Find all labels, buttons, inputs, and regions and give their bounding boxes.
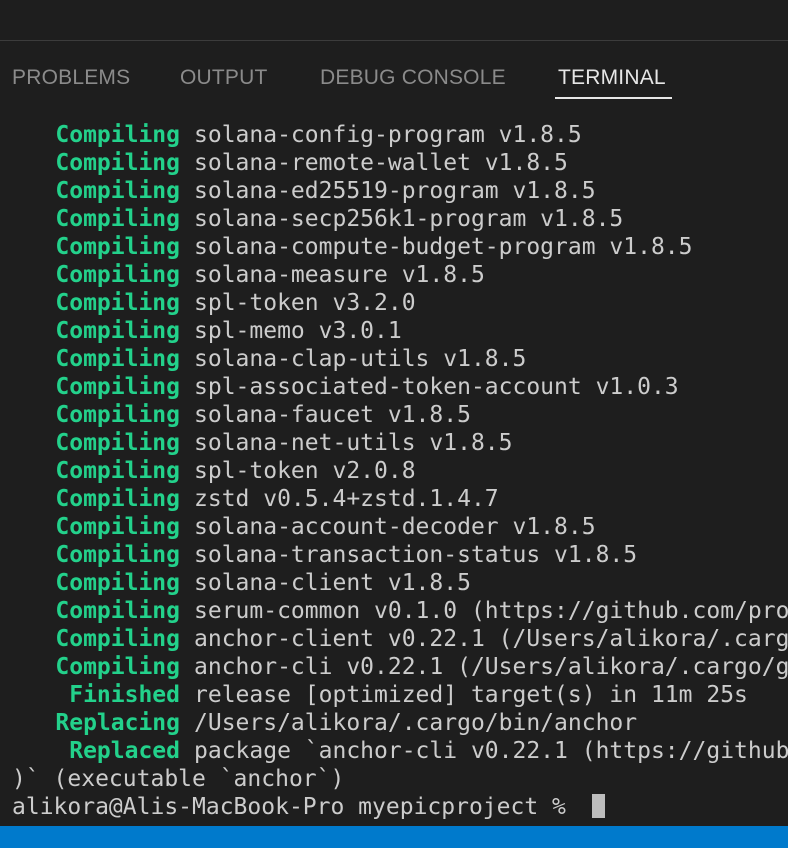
terminal-line-status: Compiling (55, 486, 180, 512)
status-bar (0, 826, 788, 848)
terminal-line-text: solana-account-decoder v1.8.5 (194, 514, 596, 540)
terminal-line-text: solana-net-utils v1.8.5 (194, 430, 513, 456)
terminal-line-text: zstd v0.5.4+zstd.1.4.7 (194, 486, 499, 512)
terminal-line: Replaced package `anchor-cli v0.22.1 (htt… (12, 737, 788, 765)
terminal-line: Compiling solana-compute-budget-program v… (12, 233, 788, 261)
terminal-line-text: solana-measure v1.8.5 (194, 262, 485, 288)
terminal-line-text: solana-compute-budget-program v1.8.5 (194, 234, 693, 260)
terminal-line-status: Compiling (55, 402, 180, 428)
terminal-line-status: Compiling (55, 570, 180, 596)
terminal-line: Replacing/Users/alikora/.cargo/bin/ancho… (12, 709, 788, 737)
terminal-output[interactable]: Compiling solana-config-program v1.8.5 Com… (12, 121, 788, 821)
terminal-line: Compiling serum-common v0.1.0 (https://gi… (12, 597, 788, 625)
terminal-line-status: Compiling (55, 318, 180, 344)
terminal-line-text: spl-token v3.2.0 (194, 290, 416, 316)
terminal-line: Compiling anchor-cli v0.22.1 (/Users/alik… (12, 653, 788, 681)
terminal-line-text: solana-faucet v1.8.5 (194, 402, 471, 428)
terminal-line-status: Compiling (55, 346, 180, 372)
terminal-line: Compiling solana-client v1.8.5 (12, 569, 788, 597)
tab-problems[interactable]: PROBLEMS (12, 66, 130, 90)
panel-tab-bar: PROBLEMS OUTPUT DEBUG CONSOLE TERMINAL (0, 41, 788, 101)
terminal-line-status: Compiling (55, 262, 180, 288)
terminal-line-text: solana-clap-utils v1.8.5 (194, 346, 527, 372)
terminal-line-text: solana-config-program v1.8.5 (194, 122, 582, 148)
terminal-line-text: anchor-cli v0.22.1 (/Users/alikora/.carg… (194, 654, 788, 680)
terminal-line-status: Compiling (55, 374, 180, 400)
terminal-line-status: Compiling (55, 430, 180, 456)
terminal-line-status: Compiling (55, 150, 180, 176)
terminal-line-status: Replacing (55, 710, 180, 736)
terminal-line: Compiling solana-faucet v1.8.5 (12, 401, 788, 429)
terminal-line-status: Replaced (69, 738, 180, 764)
terminal-line-text: spl-associated-token-account v1.0.3 (194, 374, 679, 400)
terminal-line: Compiling solana-account-decoder v1.8.5 (12, 513, 788, 541)
terminal-line-text: solana-secp256k1-program v1.8.5 (194, 206, 624, 232)
terminal-continuation-line: )` (executable `anchor`) (12, 766, 345, 792)
terminal-line-text: serum-common v0.1.0 (https://github.com/… (194, 598, 788, 624)
terminal-line-status: Compiling (55, 542, 180, 568)
terminal-line: Compiling solana-clap-utils v1.8.5 (12, 345, 788, 373)
terminal-line-status: Compiling (55, 178, 180, 204)
terminal-line: Compiling solana-secp256k1-program v1.8.5 (12, 205, 788, 233)
terminal-line-status: Compiling (55, 206, 180, 232)
terminal-line: Compiling solana-net-utils v1.8.5 (12, 429, 788, 457)
terminal-prompt-line[interactable]: alikora@Alis-MacBook-Pro myepicproject % (12, 793, 788, 821)
terminal-line-text: package `anchor-cli v0.22.1 (https://git… (194, 738, 788, 764)
terminal-line: Compiling solana-measure v1.8.5 (12, 261, 788, 289)
terminal-cursor (591, 794, 605, 818)
terminal-line-text: /Users/alikora/.cargo/bin/anchor (194, 710, 638, 736)
terminal-line: Compiling anchor-client v0.22.1 (/Users/a… (12, 625, 788, 653)
terminal-line-text: solana-client v1.8.5 (194, 570, 471, 596)
terminal-line-text: spl-memo v3.0.1 (194, 318, 402, 344)
terminal-line: Compiling spl-memo v3.0.1 (12, 317, 788, 345)
terminal-line-text: solana-ed25519-program v1.8.5 (194, 178, 596, 204)
terminal-line-status: Compiling (55, 626, 180, 652)
tab-output[interactable]: OUTPUT (180, 66, 268, 90)
terminal-line: Compiling solana-transaction-status v1.8.… (12, 541, 788, 569)
terminal-line-status: Compiling (55, 514, 180, 540)
tab-terminal[interactable]: TERMINAL (558, 66, 666, 90)
terminal-line-status: Compiling (55, 458, 180, 484)
terminal-line-text: solana-transaction-status v1.8.5 (194, 542, 638, 568)
tab-debug-console[interactable]: DEBUG CONSOLE (320, 66, 506, 90)
active-tab-indicator (555, 97, 672, 99)
terminal-line-text: solana-remote-wallet v1.8.5 (194, 150, 568, 176)
terminal-line: Compiling solana-config-program v1.8.5 (12, 121, 788, 149)
terminal-line: Compiling spl-token v2.0.8 (12, 457, 788, 485)
terminal-line-text: spl-token v2.0.8 (194, 458, 416, 484)
terminal-line: Finished release [optimized] target(s) in… (12, 681, 788, 709)
terminal-line-status: Compiling (55, 290, 180, 316)
terminal-line: Compiling solana-ed25519-program v1.8.5 (12, 177, 788, 205)
terminal-line-status: Compiling (55, 598, 180, 624)
terminal-line: Compiling spl-associated-token-account v1… (12, 373, 788, 401)
terminal-line-status: Compiling (55, 234, 180, 260)
terminal-line: Compiling spl-token v3.2.0 (12, 289, 788, 317)
terminal-line-status: Compiling (55, 122, 180, 148)
terminal-line-status: Finished (69, 682, 180, 708)
terminal-line: Compiling zstd v0.5.4+zstd.1.4.7 (12, 485, 788, 513)
terminal-line-text: release [optimized] target(s) in 11m 25s (194, 682, 748, 708)
terminal-line: Compiling solana-remote-wallet v1.8.5 (12, 149, 788, 177)
terminal-line-status: Compiling (55, 654, 180, 680)
terminal-prompt: alikora@Alis-MacBook-Pro myepicproject % (12, 794, 580, 820)
terminal-line-text: anchor-client v0.22.1 (/Users/alikora/.c… (194, 626, 788, 652)
bottom-panel: PROBLEMS OUTPUT DEBUG CONSOLE TERMINAL C… (0, 0, 788, 848)
